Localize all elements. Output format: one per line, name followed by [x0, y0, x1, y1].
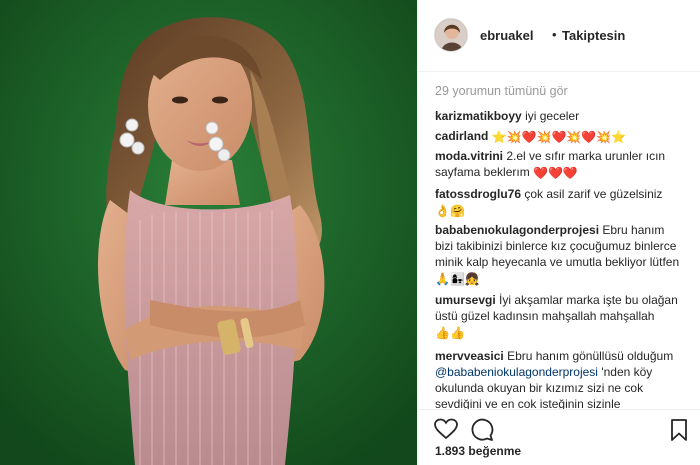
comment-username[interactable]: bababenıokulagonderprojesi	[435, 223, 599, 237]
avatar-image	[435, 19, 467, 51]
comment-item: karizmatikboyy iyi geceler	[435, 108, 683, 124]
bookmark-icon[interactable]	[670, 418, 688, 447]
comment-username[interactable]: mervveasici	[435, 349, 504, 363]
avatar[interactable]	[434, 18, 468, 52]
comment-emoji: ❤️❤️❤️	[533, 166, 578, 180]
post-photo-illustration	[0, 0, 417, 465]
post-side-panel: ebruakel • Takiptesin 29 yorumun tümünü …	[417, 0, 700, 465]
follow-status-button[interactable]: Takiptesin	[562, 28, 625, 43]
speech-bubble-icon[interactable]	[470, 418, 494, 447]
comment-username[interactable]: cadirland	[435, 129, 488, 143]
comment-item: umursevgi İyi akşamlar marka işte bu ola…	[435, 292, 683, 340]
comment-text: Ebru hanım gönüllüsü olduğum	[507, 349, 674, 363]
separator-dot: •	[552, 27, 557, 42]
comment-item: bababenıokulagonderprojesi Ebru hanım bi…	[435, 222, 683, 286]
heart-outline-icon[interactable]	[434, 418, 458, 445]
post-photo[interactable]	[0, 0, 417, 465]
comment-emoji: 🙏👩‍👧👧	[435, 272, 480, 286]
comment-item: cadirland ⭐💥❤️💥❤️💥❤️💥⭐	[435, 128, 683, 144]
comment-item: mervveasici Ebru hanım gönüllüsü olduğum…	[435, 348, 683, 409]
comment-username[interactable]: fatossdroglu76	[435, 187, 521, 201]
comment-emoji: ⭐💥❤️💥❤️💥❤️💥⭐	[491, 130, 627, 144]
comment-emoji: 👍👍	[435, 326, 465, 340]
comment-mention-link[interactable]: @bababeniokulagonderprojesi	[435, 365, 598, 379]
username-link[interactable]: ebruakel	[480, 28, 533, 43]
comment-text: çok asil zarif ve güzelsiniz	[524, 187, 663, 201]
comment-username[interactable]: karizmatikboyy	[435, 109, 522, 123]
comment-item: fatossdroglu76 çok asil zarif ve güzelsi…	[435, 186, 683, 218]
comment-item: moda.vitrini 2.el ve sıfır marka urunler…	[435, 148, 683, 180]
comment-username[interactable]: moda.vitrini	[435, 149, 503, 163]
comments-list[interactable]: 29 yorumun tümünü gör karizmatikboyy iyi…	[418, 72, 700, 409]
likes-count[interactable]: 1.893 beğenme	[435, 444, 521, 458]
comment-text: iyi geceler	[525, 109, 580, 123]
comment-emoji: 👌🤗	[435, 204, 465, 218]
post-header: ebruakel • Takiptesin	[418, 0, 700, 72]
view-all-comments-link[interactable]: 29 yorumun tümünü gör	[435, 84, 568, 98]
comment-username[interactable]: umursevgi	[435, 293, 496, 307]
